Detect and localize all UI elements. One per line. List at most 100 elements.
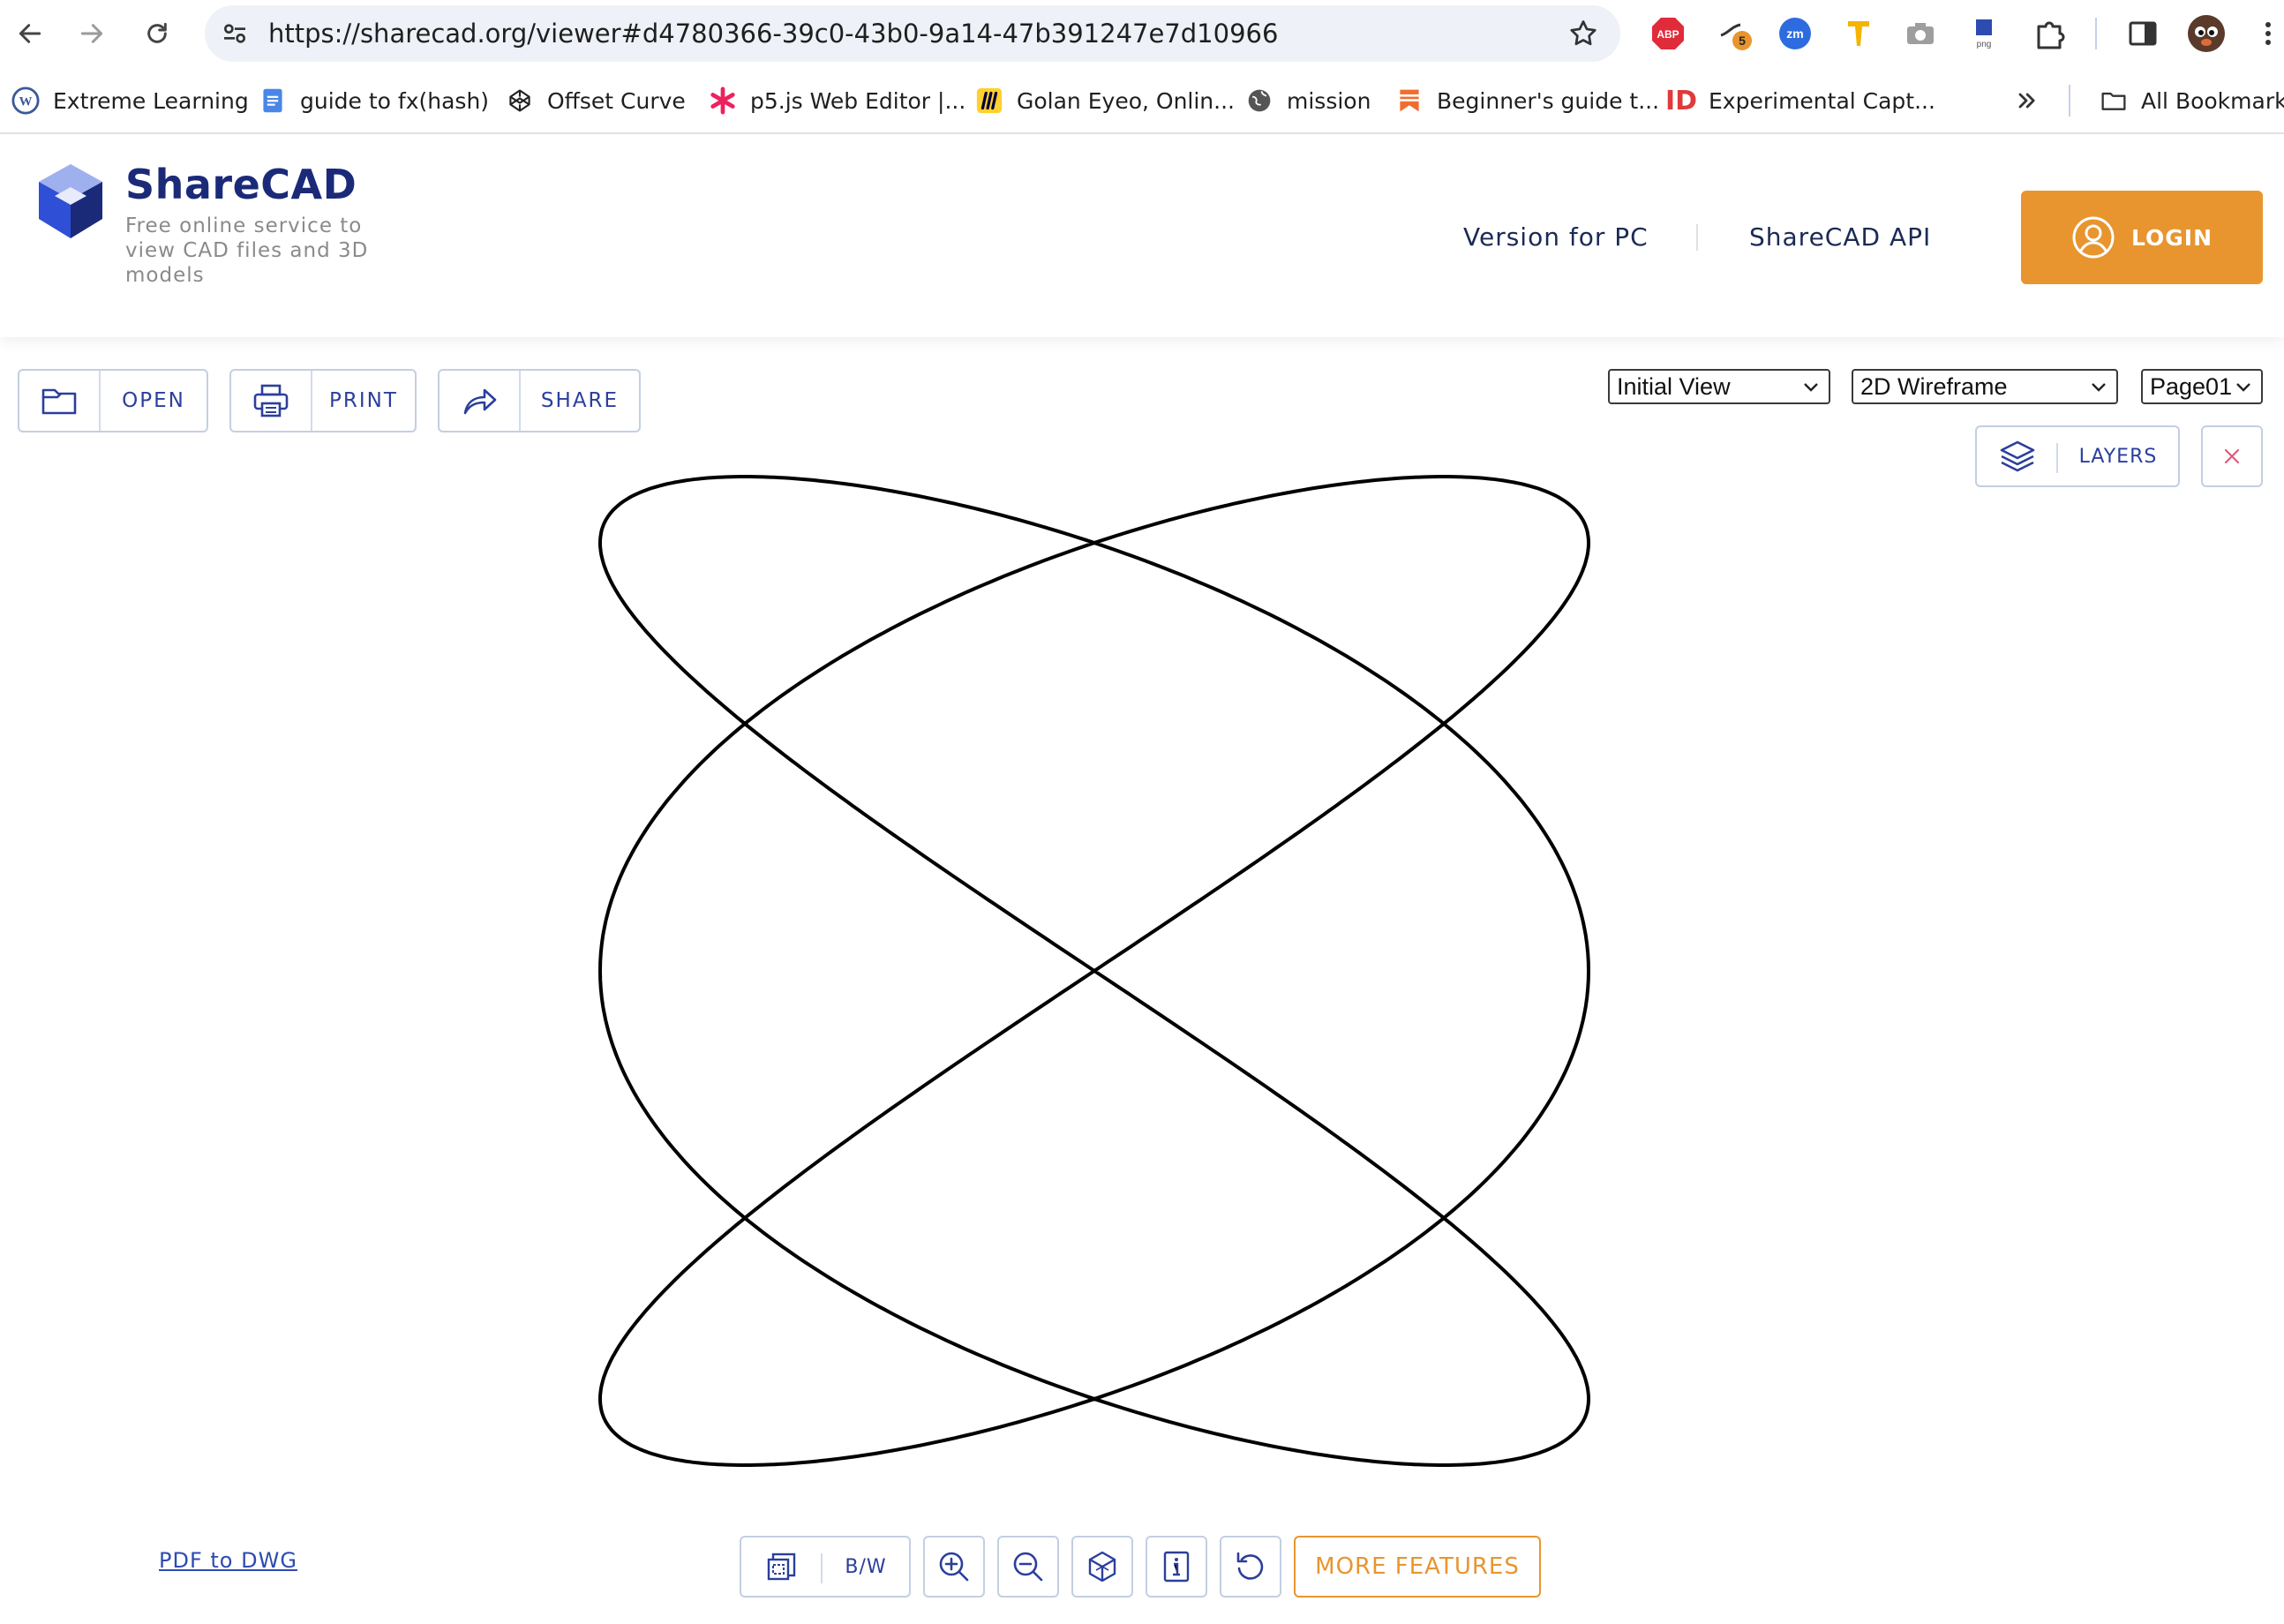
cad-drawing-canvas[interactable] [591, 468, 1597, 1474]
close-icon [2224, 448, 2240, 464]
layers-square-icon [741, 1538, 823, 1596]
asterisk-icon [708, 86, 738, 116]
bookmark-offset-curve[interactable]: Offset Curve [505, 83, 686, 118]
user-circle-icon [2072, 216, 2115, 259]
url-text[interactable]: https://sharecad.org/viewer#d4780366-39c… [268, 5, 1278, 62]
adblock-icon[interactable]: ABP [1649, 14, 1687, 53]
view-select[interactable]: Initial View [1608, 369, 1830, 404]
double-chevron-right-icon [2018, 93, 2035, 109]
rotate-icon [1236, 1552, 1264, 1580]
browser-toolbar: https://sharecad.org/viewer#d4780366-39c… [0, 0, 2284, 67]
png-extension-label: png [1977, 40, 1992, 49]
site-settings-icon[interactable] [221, 19, 249, 48]
bookmark-star-icon[interactable] [1567, 18, 1599, 49]
sharecad-logo[interactable] [35, 161, 106, 242]
miro-icon [974, 86, 1004, 116]
site-header: ShareCAD Free online service to view CAD… [0, 134, 2284, 337]
arrow-left-icon [19, 24, 41, 43]
arrow-right-icon [80, 24, 103, 43]
bw-label: B/W [845, 1555, 887, 1578]
extension-badge-icon[interactable]: 5 [1716, 14, 1754, 53]
3d-view-button[interactable] [1071, 1536, 1133, 1598]
reload-button[interactable] [136, 12, 178, 55]
folder-icon [2099, 86, 2129, 116]
kebab-menu-icon[interactable] [2249, 14, 2284, 53]
bookmark-label: Beginner's guide t... [1437, 87, 1660, 114]
zoom-out-button[interactable] [997, 1536, 1059, 1598]
bookmark-label: p5.js Web Editor |... [750, 87, 966, 114]
reload-icon [147, 22, 167, 43]
close-button[interactable] [2201, 425, 2263, 487]
info-icon [1163, 1551, 1190, 1583]
side-panel-icon[interactable] [2123, 14, 2162, 53]
page-select[interactable]: Page01 [2141, 369, 2263, 404]
more-bookmarks-button[interactable] [2014, 83, 2039, 118]
layers-label: LAYERS [2078, 445, 2158, 468]
back-button[interactable] [9, 12, 51, 55]
globe-icon [1244, 86, 1274, 116]
sharecad-api-link[interactable]: ShareCAD API [1749, 222, 1931, 252]
render-mode-select[interactable]: 2D Wireframe [1852, 369, 2118, 404]
chevron-down-icon [1804, 383, 1818, 392]
codepen-icon [505, 86, 535, 116]
open-button[interactable]: OPEN [18, 369, 208, 432]
forward-button[interactable] [71, 12, 113, 55]
login-label: LOGIN [2130, 224, 2213, 251]
rotate-button[interactable] [1220, 1536, 1281, 1598]
brand-name[interactable]: ShareCAD [125, 161, 357, 208]
pdf-to-dwg-link[interactable]: PDF to DWG [159, 1548, 297, 1573]
google-docs-icon [258, 86, 288, 116]
extension-badge-count: 5 [1739, 34, 1746, 48]
version-for-pc-link[interactable]: Version for PC [1463, 222, 1649, 252]
render-mode-value: 2D Wireframe [1860, 373, 2008, 400]
bookmark-label: Golan Eyeo, Onlin... [1017, 87, 1235, 114]
profile-avatar[interactable] [2187, 14, 2226, 53]
bookmark-experimental-capt[interactable]: ID Experimental Capt... [1664, 83, 1935, 118]
share-button[interactable]: SHARE [438, 369, 641, 432]
bookmark-extreme-learning[interactable]: W Extreme Learning [11, 83, 249, 118]
chevron-down-icon [2092, 383, 2106, 392]
folder-open-icon [19, 371, 101, 431]
login-button[interactable]: LOGIN [2021, 191, 2263, 284]
lissajous-curve [598, 475, 1590, 1467]
all-bookmarks-label: All Bookmarks [2141, 87, 2284, 114]
bookmark-mission[interactable]: mission [1244, 83, 1371, 118]
zoom-extension-icon[interactable]: zm [1776, 14, 1814, 53]
toolbar-divider [2095, 18, 2097, 49]
share-label: SHARE [540, 389, 620, 412]
view-select-value: Initial View [1617, 373, 1731, 400]
address-bar[interactable]: https://sharecad.org/viewer#d4780366-39c… [205, 5, 1620, 62]
print-button[interactable]: PRINT [229, 369, 417, 432]
share-arrow-icon [440, 371, 521, 431]
chevron-down-icon [2236, 383, 2250, 392]
adblock-label: ABP [1657, 28, 1679, 41]
bw-toggle-button[interactable]: B/W [740, 1536, 911, 1598]
printer-icon [231, 371, 312, 431]
zoom-out-icon [1013, 1552, 1043, 1582]
info-button[interactable] [1146, 1536, 1207, 1598]
page-select-value: Page01 [2150, 373, 2233, 400]
bookmarks-divider [2069, 85, 2070, 117]
png-extension-icon[interactable]: png [1965, 14, 2003, 53]
puzzle-icon[interactable] [2030, 14, 2069, 53]
pen-extension-icon[interactable] [1839, 14, 1878, 53]
bookmark-guide-fxhash[interactable]: guide to fx(hash) [258, 83, 489, 118]
zoom-in-button[interactable] [923, 1536, 985, 1598]
bookmark-golan-eyeo[interactable]: Golan Eyeo, Onlin... [974, 83, 1235, 118]
zoom-extension-label: zm [1786, 26, 1803, 41]
bookmark-beginners-guide[interactable]: Beginner's guide t... [1394, 83, 1659, 118]
print-label: PRINT [329, 389, 398, 412]
bookmark-p5js-editor[interactable]: p5.js Web Editor |... [708, 83, 965, 118]
wordpress-icon: W [11, 86, 41, 116]
bookmark-label: Offset Curve [547, 87, 686, 114]
all-bookmarks-button[interactable]: All Bookmarks [2099, 83, 2284, 118]
more-features-button[interactable]: MORE FEATURES [1294, 1536, 1541, 1598]
camera-extension-icon[interactable] [1901, 14, 1940, 53]
bookmark-label: Experimental Capt... [1709, 87, 1935, 114]
bookmark-label: mission [1287, 87, 1371, 114]
cube-icon [1088, 1551, 1116, 1583]
id-logo-icon: ID [1664, 85, 1698, 117]
bookmark-ribbon-icon [1394, 86, 1424, 116]
header-divider [1696, 224, 1698, 251]
layers-button[interactable]: LAYERS [1975, 425, 2180, 487]
